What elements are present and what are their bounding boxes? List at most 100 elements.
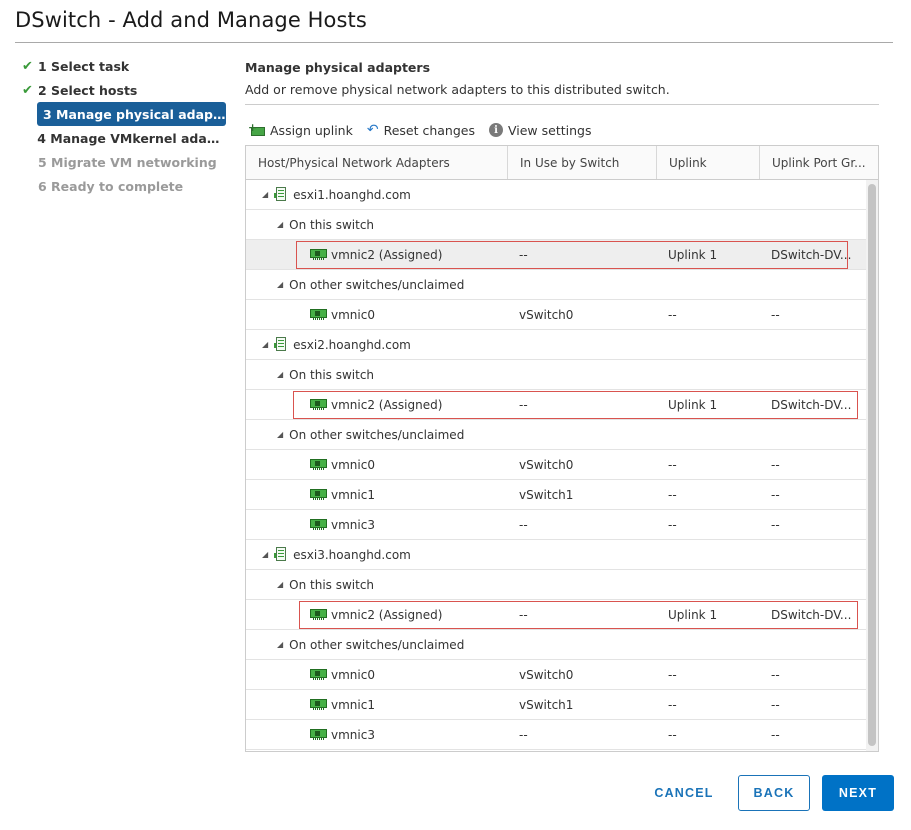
step-select-task[interactable]: ✔ 1 Select task xyxy=(18,54,228,78)
group-row[interactable]: ◢ On this switch xyxy=(246,570,866,600)
host-row[interactable]: ◢ esxi1.hoanghd.com xyxy=(246,180,866,210)
in-use-cell: -- xyxy=(519,607,528,622)
host-icon xyxy=(274,187,287,202)
column-header-uplink-port-group[interactable]: Uplink Port Gr... xyxy=(760,146,878,179)
network-adapter-icon xyxy=(310,459,327,470)
adapter-name: vmnic0 xyxy=(331,667,375,682)
section-heading: Manage physical adapters xyxy=(245,60,431,75)
in-use-cell: vSwitch0 xyxy=(519,307,574,322)
view-settings-button[interactable]: i View settings xyxy=(488,123,591,138)
assign-uplink-button[interactable]: + Assign uplink xyxy=(248,121,353,138)
expand-triangle-icon[interactable]: ◢ xyxy=(277,430,283,439)
adapter-row[interactable]: vmnic1 vSwitch1 -- -- xyxy=(246,480,866,510)
expand-triangle-icon[interactable]: ◢ xyxy=(262,340,268,349)
expand-triangle-icon[interactable]: ◢ xyxy=(262,190,268,199)
host-row[interactable]: ◢ esxi2.hoanghd.com xyxy=(246,330,866,360)
adapter-name: vmnic1 xyxy=(331,697,375,712)
network-adapter-icon xyxy=(310,489,327,500)
adapter-row[interactable]: vmnic2 (Assigned) -- Uplink 1 DSwitch-DV... xyxy=(246,240,866,270)
in-use-cell: vSwitch0 xyxy=(519,457,574,472)
group-name: On other switches/unclaimed xyxy=(289,277,465,292)
grid-header: Host/Physical Network Adapters In Use by… xyxy=(246,146,878,180)
network-adapter-icon xyxy=(310,309,327,320)
adapter-row[interactable]: vmnic1 vSwitch1 -- -- xyxy=(246,690,866,720)
group-row[interactable]: ◢ On other switches/unclaimed xyxy=(246,420,866,450)
in-use-cell: vSwitch1 xyxy=(519,697,574,712)
expand-triangle-icon[interactable]: ◢ xyxy=(277,580,283,589)
group-row[interactable]: ◢ On other switches/unclaimed xyxy=(246,270,866,300)
column-header-in-use[interactable]: In Use by Switch xyxy=(508,146,657,179)
group-row[interactable]: ◢ On other switches/unclaimed xyxy=(246,630,866,660)
step-label: 1 Select task xyxy=(38,58,130,74)
host-row[interactable]: ◢ esxi3.hoanghd.com xyxy=(246,540,866,570)
reset-changes-button[interactable]: ↶ Reset changes xyxy=(367,123,475,138)
column-header-uplink[interactable]: Uplink xyxy=(657,146,760,179)
expand-triangle-icon[interactable]: ◢ xyxy=(277,640,283,649)
physical-adapters-grid: Host/Physical Network Adapters In Use by… xyxy=(245,145,879,752)
step-select-hosts[interactable]: ✔ 2 Select hosts xyxy=(18,78,228,102)
group-name: On this switch xyxy=(289,367,375,382)
assign-uplink-icon: + xyxy=(248,121,265,137)
back-button[interactable]: BACK xyxy=(738,775,810,811)
wizard-steps: ✔ 1 Select task ✔ 2 Select hosts 3 Manag… xyxy=(18,54,228,198)
grid-scrollbar[interactable] xyxy=(866,180,878,751)
adapter-row[interactable]: vmnic2 (Assigned) -- Uplink 1 DSwitch-DV... xyxy=(246,390,866,420)
port-group-cell: DSwitch-DV... xyxy=(771,397,852,412)
uplink-cell: Uplink 1 xyxy=(668,247,718,262)
adapter-name: vmnic3 xyxy=(331,517,375,532)
group-row[interactable]: ◢ On this switch xyxy=(246,210,866,240)
adapter-row[interactable]: vmnic0 vSwitch0 -- -- xyxy=(246,660,866,690)
uplink-cell: -- xyxy=(668,697,677,712)
port-group-cell: -- xyxy=(771,307,780,322)
port-group-cell: -- xyxy=(771,667,780,682)
scrollbar-thumb[interactable] xyxy=(868,184,876,746)
adapter-row[interactable]: vmnic2 (Assigned) -- Uplink 1 DSwitch-DV... xyxy=(246,600,866,630)
uplink-cell: -- xyxy=(668,457,677,472)
step-ready-to-complete: 6 Ready to complete xyxy=(18,174,228,198)
in-use-cell: vSwitch0 xyxy=(519,667,574,682)
host-icon xyxy=(274,547,287,562)
step-label: 3 Manage physical adapters xyxy=(43,106,226,122)
expand-triangle-icon[interactable]: ◢ xyxy=(277,220,283,229)
adapter-row[interactable]: vmnic3 -- -- -- xyxy=(246,510,866,540)
network-adapter-icon xyxy=(310,399,327,410)
port-group-cell: -- xyxy=(771,457,780,472)
section-divider xyxy=(245,104,879,105)
info-icon: i xyxy=(488,123,503,137)
step-label: 6 Ready to complete xyxy=(38,178,184,194)
step-manage-vmkernel-adapters[interactable]: 4 Manage VMkernel adapt... xyxy=(18,126,228,150)
group-row[interactable]: ◢ On this switch xyxy=(246,360,866,390)
adapter-name: vmnic2 (Assigned) xyxy=(331,247,443,262)
network-adapter-icon xyxy=(310,669,327,680)
check-icon: ✔ xyxy=(22,58,33,74)
cancel-button[interactable]: CANCEL xyxy=(646,775,722,811)
undo-icon: ↶ xyxy=(366,122,379,138)
column-header-adapters[interactable]: Host/Physical Network Adapters xyxy=(246,146,508,179)
expand-triangle-icon[interactable]: ◢ xyxy=(277,280,283,289)
network-adapter-icon xyxy=(310,519,327,530)
next-button[interactable]: NEXT xyxy=(822,775,894,811)
adapter-name: vmnic3 xyxy=(331,727,375,742)
uplink-cell: Uplink 1 xyxy=(668,607,718,622)
dialog-title: DSwitch - Add and Manage Hosts xyxy=(15,8,367,32)
network-adapter-icon xyxy=(310,249,327,260)
port-group-cell: DSwitch-DV... xyxy=(771,247,852,262)
step-migrate-vm-networking: 5 Migrate VM networking xyxy=(18,150,228,174)
group-name: On other switches/unclaimed xyxy=(289,637,465,652)
uplink-cell: -- xyxy=(668,307,677,322)
port-group-cell: -- xyxy=(771,697,780,712)
step-label: 2 Select hosts xyxy=(38,82,138,98)
step-manage-physical-adapters[interactable]: 3 Manage physical adapters xyxy=(37,102,226,126)
step-label: 5 Migrate VM networking xyxy=(38,154,217,170)
expand-triangle-icon[interactable]: ◢ xyxy=(277,370,283,379)
expand-triangle-icon[interactable]: ◢ xyxy=(262,550,268,559)
adapter-row[interactable]: vmnic0 vSwitch0 -- -- xyxy=(246,450,866,480)
adapter-row[interactable]: vmnic0 vSwitch0 -- -- xyxy=(246,300,866,330)
adapter-row[interactable]: vmnic3 -- -- -- xyxy=(246,720,866,750)
uplink-cell: Uplink 1 xyxy=(668,397,718,412)
in-use-cell: -- xyxy=(519,727,528,742)
check-icon: ✔ xyxy=(22,82,33,98)
step-label: 4 Manage VMkernel adapt... xyxy=(37,130,228,146)
uplink-cell: -- xyxy=(668,517,677,532)
group-name: On this switch xyxy=(289,217,375,232)
